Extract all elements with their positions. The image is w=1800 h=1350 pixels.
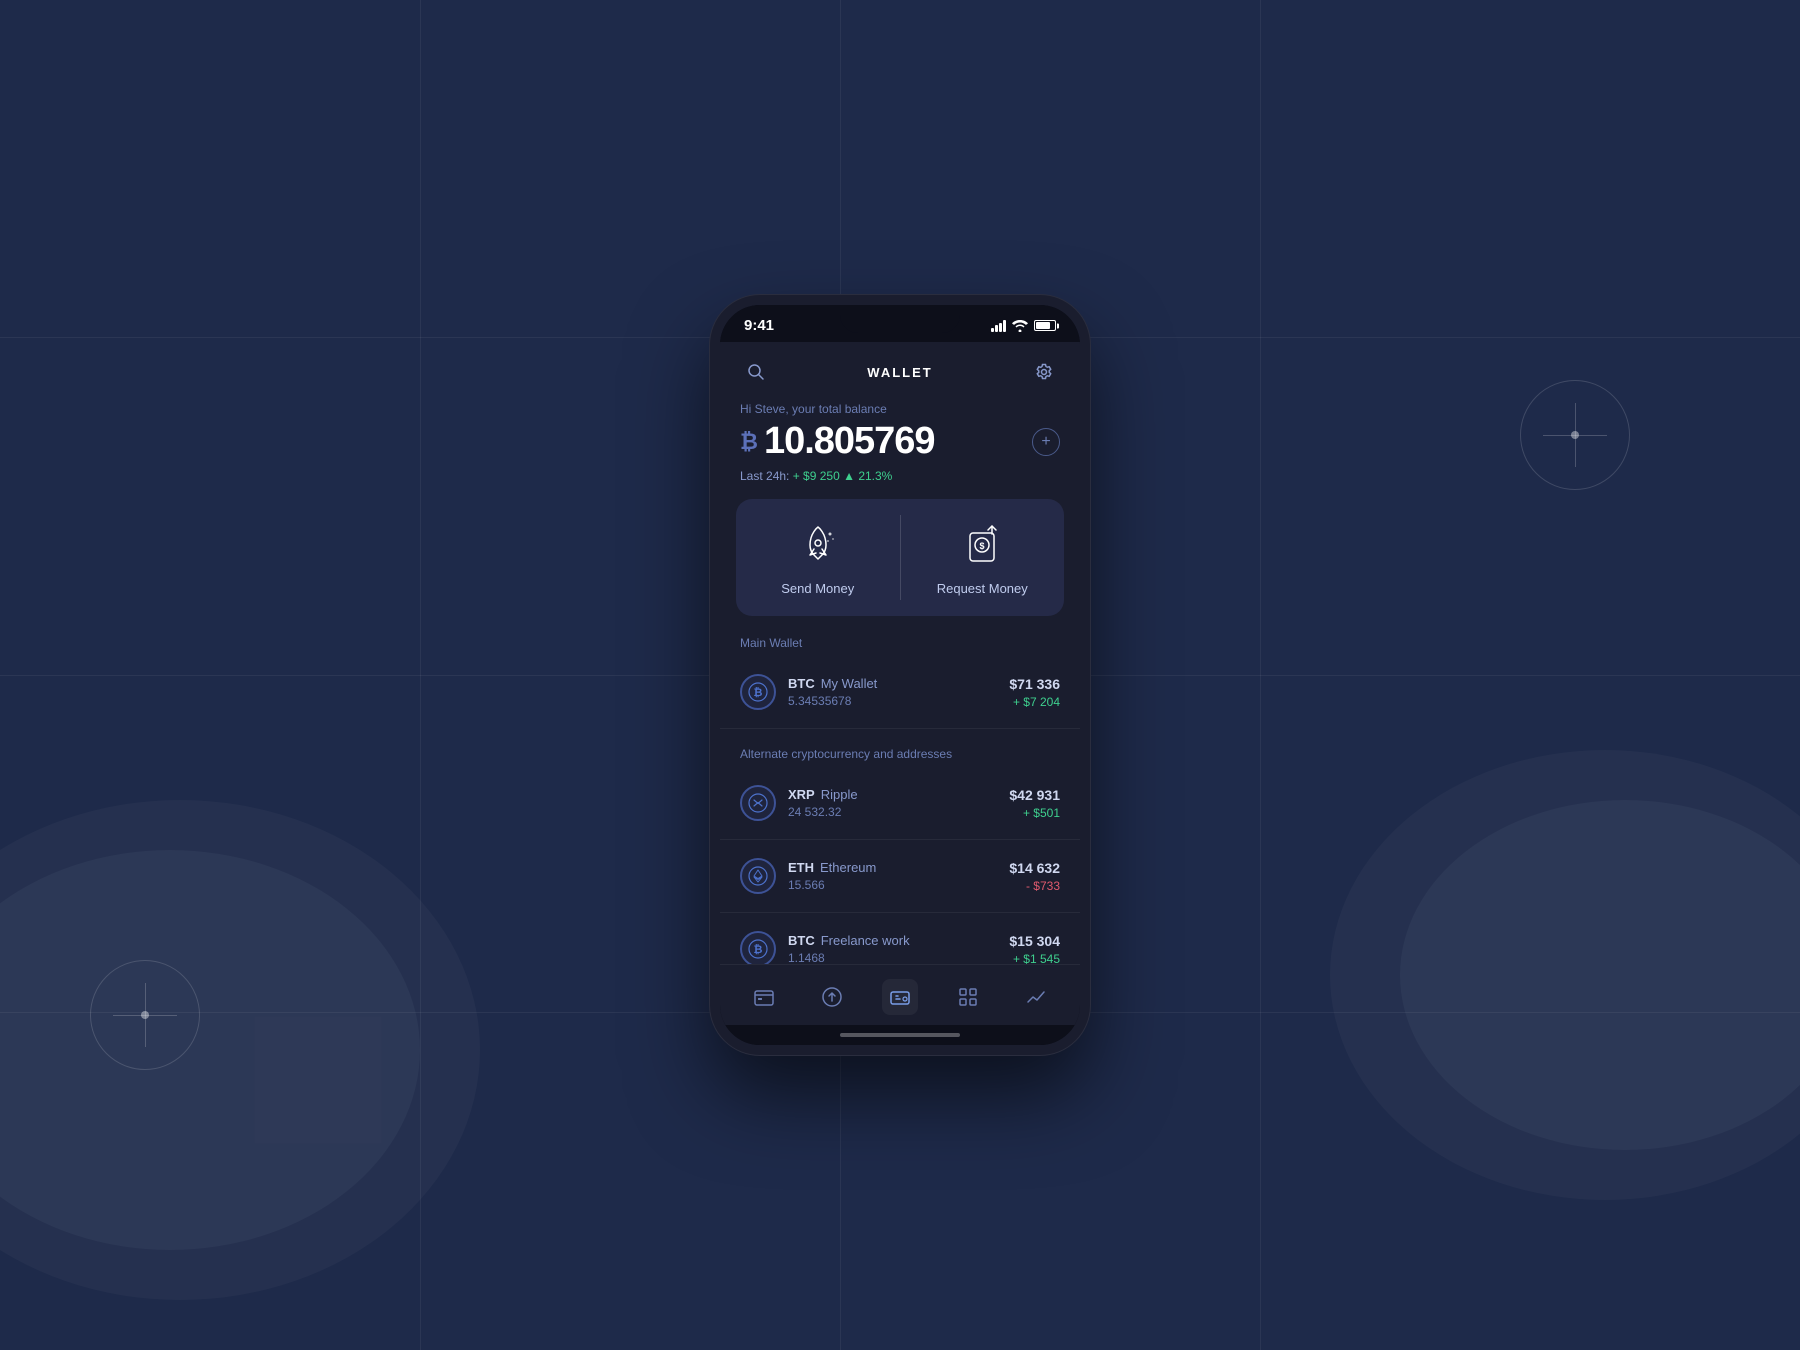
main-wallet-label: Main Wallet (720, 636, 1080, 660)
status-time: 9:41 (744, 317, 774, 334)
xrp-usd: $42 931 (1009, 787, 1060, 803)
btc-main-icon: ₿ (740, 674, 776, 710)
change-label: Last 24h: (740, 469, 789, 483)
xrp-name-row: XRP Ripple (788, 787, 997, 802)
xrp-info: XRP Ripple 24 532.32 (788, 787, 997, 819)
request-money-button[interactable]: $ Request Money (901, 499, 1065, 616)
btc-freelance-change: + $1 545 (1009, 952, 1060, 965)
action-panel: Send Money $ (736, 499, 1064, 616)
balance-amount-row: ₿ 10.805769 + (740, 420, 1060, 463)
btc-freelance-icon: ₿ (740, 931, 776, 964)
eth-name-row: ETH Ethereum (788, 860, 997, 875)
header-title: WALLET (867, 365, 932, 380)
xrp-values: $42 931 + $501 (1009, 787, 1060, 820)
btc-main-name-row: BTC My Wallet (788, 676, 997, 691)
btc-main-change: + $7 204 (1009, 695, 1060, 709)
svg-text:$: $ (980, 541, 985, 551)
balance-change: Last 24h: + $9 250 ▲ 21.3% (740, 469, 1060, 483)
nav-chart[interactable] (1018, 979, 1054, 1015)
xrp-amount: 24 532.32 (788, 805, 997, 819)
crosshair-right (1520, 380, 1630, 490)
btc-freelance-name-row: BTC Freelance work (788, 933, 997, 948)
btc-main-name: My Wallet (821, 676, 878, 691)
change-percent: ▲ 21.3% (843, 469, 892, 483)
request-money-label: Request Money (937, 581, 1028, 596)
signal-icon (991, 320, 1006, 332)
app-header: WALLET (720, 342, 1080, 398)
home-indicator (720, 1025, 1080, 1045)
eth-usd: $14 632 (1009, 860, 1060, 876)
alt-wallet-label: Alternate cryptocurrency and addresses (720, 733, 1080, 771)
add-balance-button[interactable]: + (1032, 428, 1060, 456)
wifi-icon (1012, 320, 1028, 332)
eth-amount: 15.566 (788, 878, 997, 892)
battery-icon (1034, 320, 1056, 331)
settings-button[interactable] (1028, 356, 1060, 388)
balance-number: 10.805769 (764, 420, 935, 463)
eth-icon (740, 858, 776, 894)
crosshair-left (90, 960, 200, 1070)
section-divider-3 (720, 912, 1080, 913)
eth-info: ETH Ethereum 15.566 (788, 860, 997, 892)
status-icons (991, 320, 1056, 332)
btc-main-amount: 5.34535678 (788, 694, 997, 708)
eth-name: Ethereum (820, 860, 876, 875)
change-amount: + $9 250 (793, 469, 840, 483)
btc-main-usd: $71 336 (1009, 676, 1060, 692)
balance-section: Hi Steve, your total balance ₿ 10.805769… (720, 398, 1080, 499)
btc-freelance-amount: 1.1468 (788, 951, 997, 964)
nav-wallet[interactable] (746, 979, 782, 1015)
btc-symbol: ₿ (740, 429, 758, 455)
crosshair-left-dot (141, 1011, 149, 1019)
svg-text:₿: ₿ (754, 687, 763, 699)
phone-wrapper: 9:41 (710, 295, 1090, 1055)
wallet-item-eth[interactable]: ETH Ethereum 15.566 $14 632 - $733 (720, 844, 1080, 908)
crosshair-right-dot (1571, 431, 1579, 439)
eth-change: - $733 (1009, 879, 1060, 893)
notch (840, 305, 960, 333)
nav-cards[interactable] (882, 979, 918, 1015)
xrp-ticker: XRP (788, 787, 815, 802)
nav-grid[interactable] (950, 979, 986, 1015)
bg-wave-1 (0, 850, 420, 1250)
section-divider-1 (720, 728, 1080, 729)
wallet-item-btc-main[interactable]: ₿ BTC My Wallet 5.34535678 $71 336 + $7 … (720, 660, 1080, 724)
home-bar (840, 1033, 960, 1037)
btc-freelance-values: $15 304 + $1 545 (1009, 933, 1060, 965)
battery-fill (1036, 322, 1050, 329)
xrp-icon (740, 785, 776, 821)
btc-main-values: $71 336 + $7 204 (1009, 676, 1060, 709)
xrp-name: Ripple (821, 787, 858, 802)
send-money-button[interactable]: Send Money (736, 499, 900, 616)
xrp-change: + $501 (1009, 806, 1060, 820)
bg-wave-4 (1330, 750, 1800, 1200)
phone: 9:41 (710, 295, 1090, 1055)
bg-wave-2 (0, 800, 480, 1300)
section-divider-2 (720, 839, 1080, 840)
bg-wave-3 (1400, 800, 1800, 1150)
svg-text:₿: ₿ (754, 944, 763, 956)
btc-freelance-name: Freelance work (821, 933, 910, 948)
request-icon: $ (956, 519, 1008, 571)
wallet-item-xrp[interactable]: XRP Ripple 24 532.32 $42 931 + $501 (720, 771, 1080, 835)
rocket-icon (792, 519, 844, 571)
btc-main-ticker: BTC (788, 676, 815, 691)
btc-main-info: BTC My Wallet 5.34535678 (788, 676, 997, 708)
send-money-label: Send Money (781, 581, 854, 596)
balance-label: Hi Steve, your total balance (740, 402, 1060, 416)
search-button[interactable] (740, 356, 772, 388)
eth-ticker: ETH (788, 860, 814, 875)
btc-freelance-info: BTC Freelance work 1.1468 (788, 933, 997, 964)
screen: WALLET Hi Steve, your total balance ₿ 10… (720, 342, 1080, 964)
btc-freelance-ticker: BTC (788, 933, 815, 948)
nav-send[interactable] (814, 979, 850, 1015)
eth-values: $14 632 - $733 (1009, 860, 1060, 893)
btc-freelance-usd: $15 304 (1009, 933, 1060, 949)
wallet-item-btc-freelance[interactable]: ₿ BTC Freelance work 1.1468 $15 304 + $1… (720, 917, 1080, 964)
bottom-nav (720, 964, 1080, 1025)
